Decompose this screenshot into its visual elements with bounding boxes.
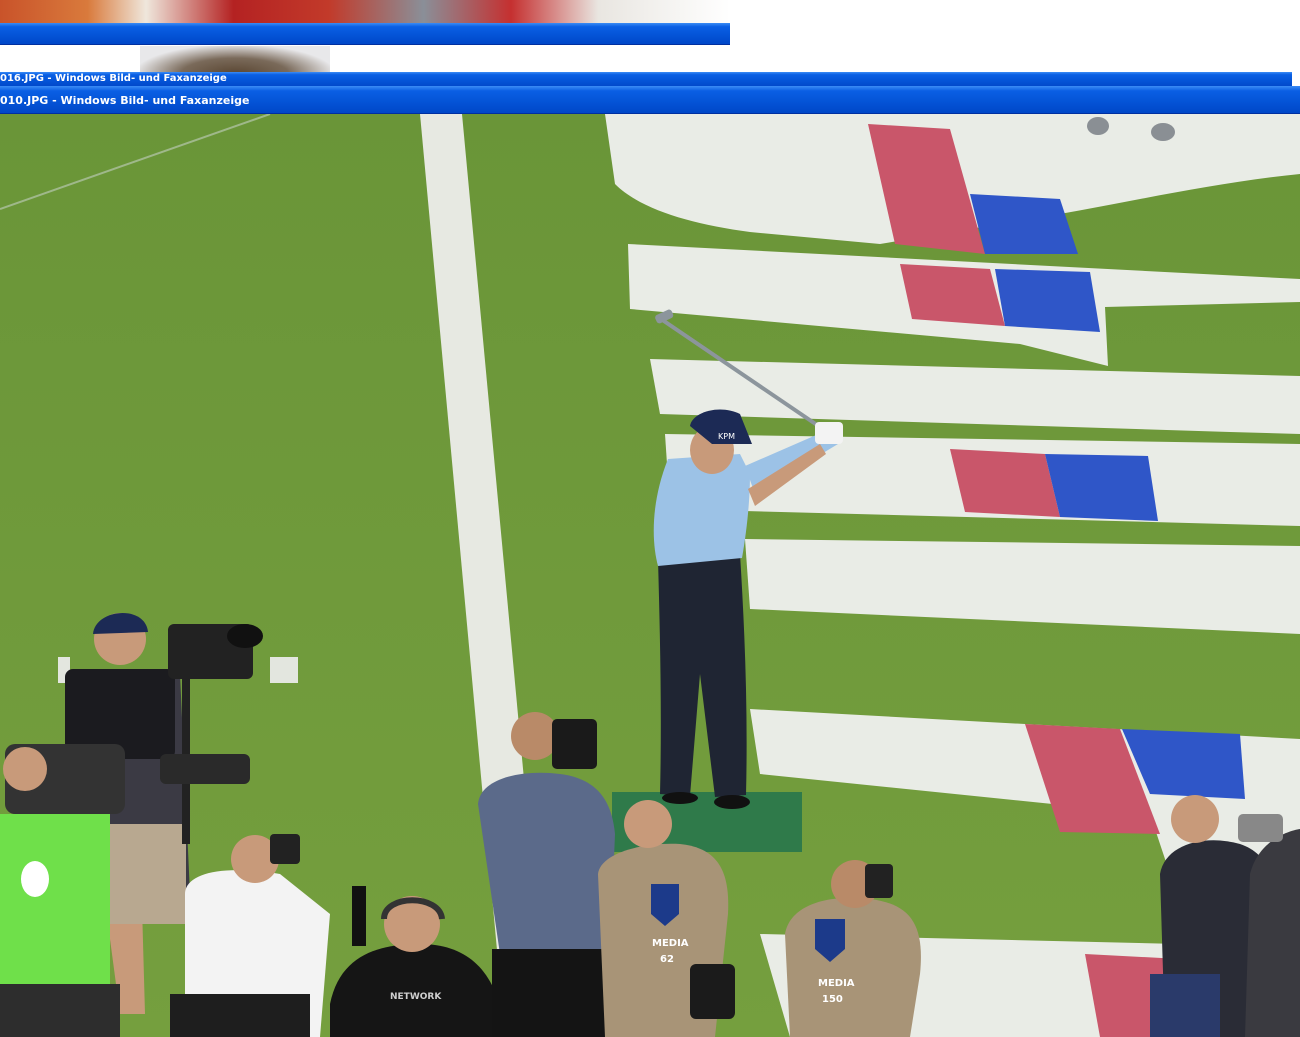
- background-window-1[interactable]: [0, 0, 730, 46]
- window-title-bar[interactable]: 010.JPG - Windows Bild- und Faxanzeige: [0, 86, 1300, 114]
- window-title-bar[interactable]: [0, 23, 730, 45]
- hash-mark: [270, 657, 298, 683]
- photo: KPM NETWORK MEDIA 62 MEDIA 150: [0, 114, 1300, 1037]
- window-title: 010.JPG - Windows Bild- und Faxanzeige: [0, 94, 250, 107]
- vest-label: MEDIA: [818, 978, 855, 989]
- image-viewer-window[interactable]: 010.JPG - Windows Bild- und Faxanzeige K…: [0, 86, 1300, 1037]
- image-display-area: KPM NETWORK MEDIA 62 MEDIA 150: [0, 114, 1300, 1037]
- vest-number: 62: [660, 954, 674, 965]
- camera-operator-green-vest: [0, 744, 125, 1037]
- vest-label: MEDIA: [652, 938, 689, 949]
- background-photo-strip: [140, 46, 330, 74]
- background-photo-strip: [0, 0, 730, 24]
- vest-number: 150: [822, 994, 843, 1005]
- window-title: 016.JPG - Windows Bild- und Faxanzeige: [0, 73, 227, 84]
- background-window-2[interactable]: 016.JPG - Windows Bild- und Faxanzeige: [0, 46, 1292, 88]
- shirt-text: NETWORK: [390, 992, 442, 1002]
- cap-logo: KPM: [718, 432, 735, 441]
